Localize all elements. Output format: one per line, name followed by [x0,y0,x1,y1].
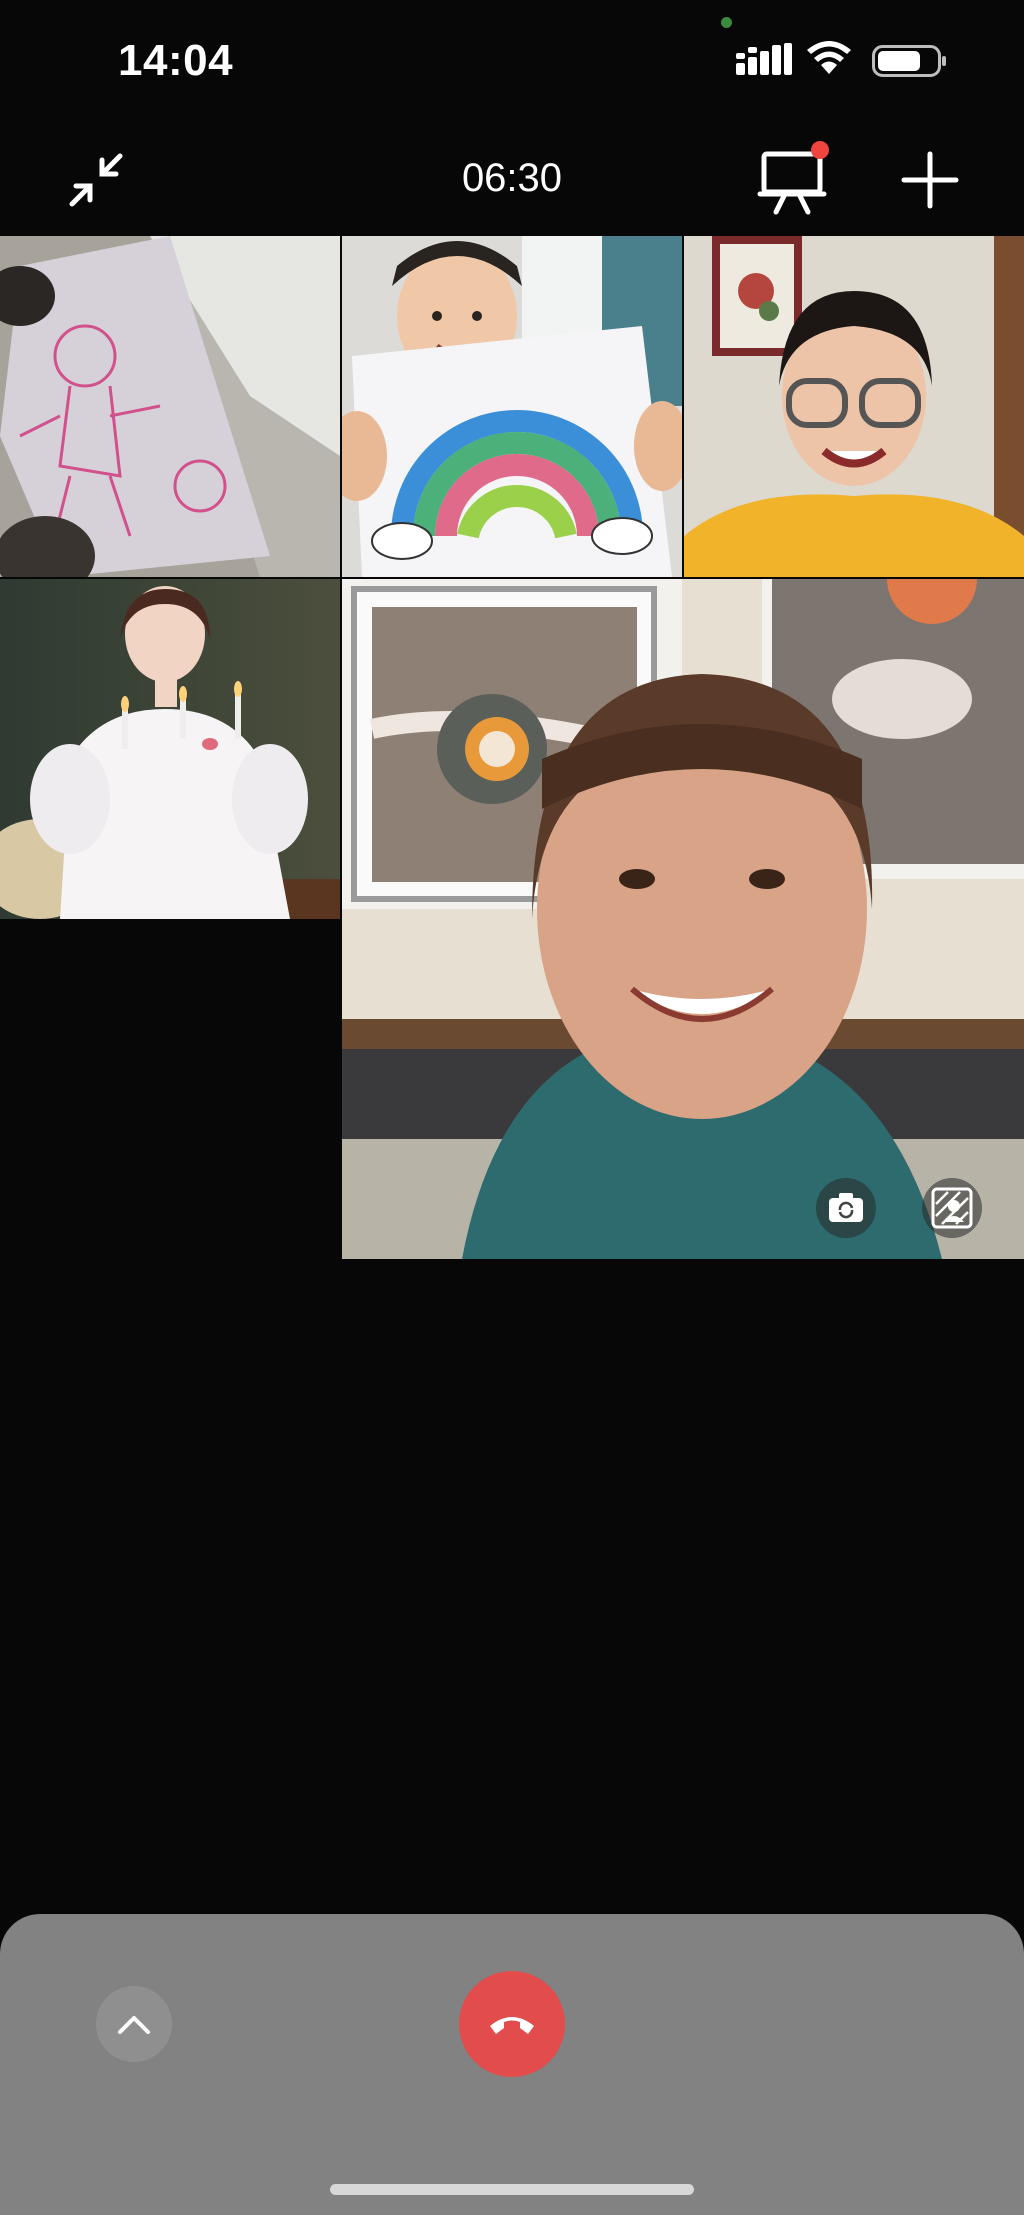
screen-share-button[interactable] [754,138,834,218]
participant-video-tile[interactable] [684,236,1024,577]
camera-in-use-dot [721,17,732,28]
expand-panel-button[interactable] [96,1986,172,2062]
background-button[interactable] [922,1178,982,1238]
participant-video-tile[interactable] [0,579,340,919]
status-time: 14:04 [118,36,234,85]
wifi-icon [807,41,851,74]
call-header: 06:30 [0,120,1024,236]
call-duration: 06:30 [461,156,563,200]
self-video-tile[interactable] [342,579,1024,1259]
add-member-icon [901,151,959,209]
participant-video-tile[interactable] [342,236,682,577]
switch-camera-icon [829,1193,863,1222]
video-frame-self [342,579,1024,1259]
screen-share-icon [757,141,829,215]
expand-chevron-icon [118,2016,150,2034]
video-frame-drawing [0,236,340,577]
call-control-panel [0,1914,1024,2215]
home-indicator[interactable] [330,2184,694,2195]
hangup-button[interactable] [459,1971,565,2077]
video-frame-rainbow [342,236,682,577]
video-frame-woman-glasses [684,236,1024,577]
notification-dot [811,141,829,159]
background-icon [931,1187,973,1229]
switch-camera-button[interactable] [816,1178,876,1238]
status-bar: 14:04 [0,0,1024,120]
add-member-button[interactable] [892,142,968,218]
battery-icon [872,45,946,77]
hangup-icon [490,2017,534,2034]
video-frame-bride [0,579,340,919]
signal-icon [736,43,792,75]
participant-video-tile[interactable] [0,236,340,577]
